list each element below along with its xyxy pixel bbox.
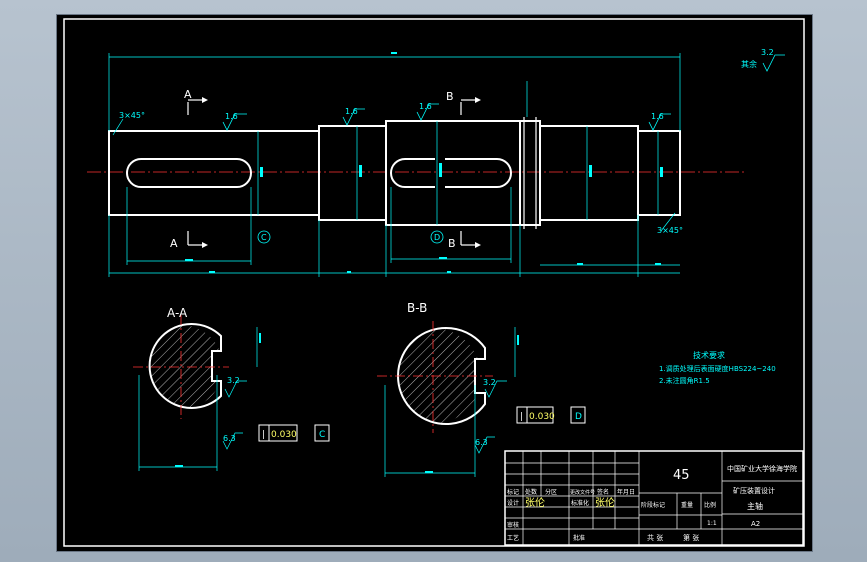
std-name: 张伦	[595, 496, 615, 509]
stage-label: 阶段标记	[641, 501, 665, 509]
rough-label-2: 1.6	[345, 107, 358, 116]
rev-h-2: 分区	[545, 488, 557, 496]
scale: 1:1	[707, 520, 717, 527]
datum-c: C	[261, 233, 267, 242]
technical-requirements: 技术要求 1.调质处理后表面硬度HBS224~240 2.未注圆角R1.5	[659, 350, 776, 385]
chamfer-right: 3×45°	[657, 226, 683, 235]
flank-rough-b: 6.3	[475, 438, 488, 447]
cut-b-bottom: B	[448, 237, 456, 250]
rev-h-1: 处数	[525, 488, 537, 496]
tol-b-value: 0.030	[529, 412, 555, 422]
rough-label-4: 1.6	[651, 112, 664, 121]
std-label: 标准化	[571, 499, 589, 507]
shaft-main-view: 1.6 1.6 1.6 1.6 3.2 其余 3×45° 3×45° C D A…	[87, 48, 785, 277]
flank-rough-a: 6.3	[223, 434, 236, 443]
rough-label-1: 1.6	[225, 112, 238, 121]
cut-b-top: B	[446, 90, 454, 103]
drawing-sheet: 1.6 1.6 1.6 1.6 3.2 其余 3×45° 3×45° C D A…	[56, 14, 813, 552]
rev-h-3: 更改文件号	[570, 489, 595, 496]
tol-b-symbol: |	[520, 412, 523, 422]
rev-h-0: 标记	[507, 488, 519, 496]
cut-a-top: A	[184, 88, 192, 101]
drawing-canvas: 1.6 1.6 1.6 1.6 3.2 其余 3×45° 3×45° C D A…	[63, 18, 805, 547]
ratio-label: 比例	[704, 501, 716, 509]
section-a-a: A-A 3.2 6.3 | 0.030 C	[133, 306, 330, 471]
sheet-size: A2	[751, 520, 760, 528]
title-block: 标记 处数 分区 更改文件号 签名 年月日 设计 张伦 标准化 张伦 审核 工艺…	[504, 450, 804, 546]
check-label: 审核	[507, 521, 519, 529]
part-name: 主轴	[747, 501, 763, 511]
tol-a-value: 0.030	[271, 430, 297, 440]
tol-a-datum: C	[319, 430, 325, 440]
tol-b-datum: D	[575, 412, 582, 422]
cut-a-bottom: A	[170, 237, 178, 250]
process-label: 工艺	[507, 534, 519, 542]
school-name: 中国矿业大学徐海学院	[727, 464, 797, 473]
rev-h-4: 签名	[597, 488, 609, 496]
weight-label: 重量	[681, 501, 693, 509]
tech-line-1: 1.调质处理后表面硬度HBS224~240	[659, 364, 776, 373]
key-rough-a: 3.2	[227, 376, 240, 385]
datum-d: D	[434, 233, 440, 242]
tol-a-symbol: |	[262, 430, 265, 440]
approve-label: 批准	[573, 534, 585, 542]
section-b-label: B-B	[407, 301, 427, 315]
rev-h-5: 年月日	[617, 488, 635, 496]
key-rough-b: 3.2	[483, 378, 496, 387]
designer-label: 设计	[507, 499, 519, 507]
designer-name: 张伦	[525, 496, 545, 509]
rough-general-label: 其余	[741, 59, 757, 69]
tech-title: 技术要求	[693, 350, 725, 360]
rough-general-value: 3.2	[761, 48, 774, 57]
material: 45	[673, 468, 690, 483]
tech-line-2: 2.未注圆角R1.5	[659, 376, 710, 385]
section-a-label: A-A	[167, 306, 188, 320]
rough-label-3: 1.6	[419, 102, 432, 111]
chamfer-left: 3×45°	[119, 111, 145, 120]
sheets-label: 共 张	[647, 533, 663, 542]
project-name: 矿压装置设计	[733, 486, 775, 495]
sheet-no-label: 第 张	[683, 533, 699, 542]
